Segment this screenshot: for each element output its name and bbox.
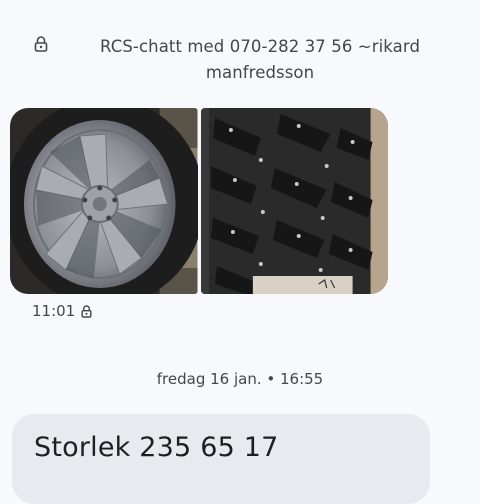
lock-icon [34, 36, 48, 52]
message-bubble[interactable]: Storlek 235 65 17 [12, 414, 430, 504]
studded-winter-tire-photo[interactable] [200, 108, 388, 294]
image-message-meta: 11:01 [32, 302, 92, 320]
chat-header: RCS-chatt med 070-282 37 56 ~rikard manf… [0, 0, 480, 100]
sent-time: 11:01 [32, 302, 76, 320]
chat-title: RCS-chatt med 070-282 37 56 ~rikard manf… [99, 37, 421, 82]
lock-icon [81, 304, 92, 318]
date-divider: fredag 16 jan. • 16:55 [156, 370, 324, 388]
message-text: Storlek 235 65 17 [34, 432, 279, 463]
image-message[interactable] [10, 108, 388, 294]
alloy-wheel-photo[interactable] [10, 108, 198, 294]
